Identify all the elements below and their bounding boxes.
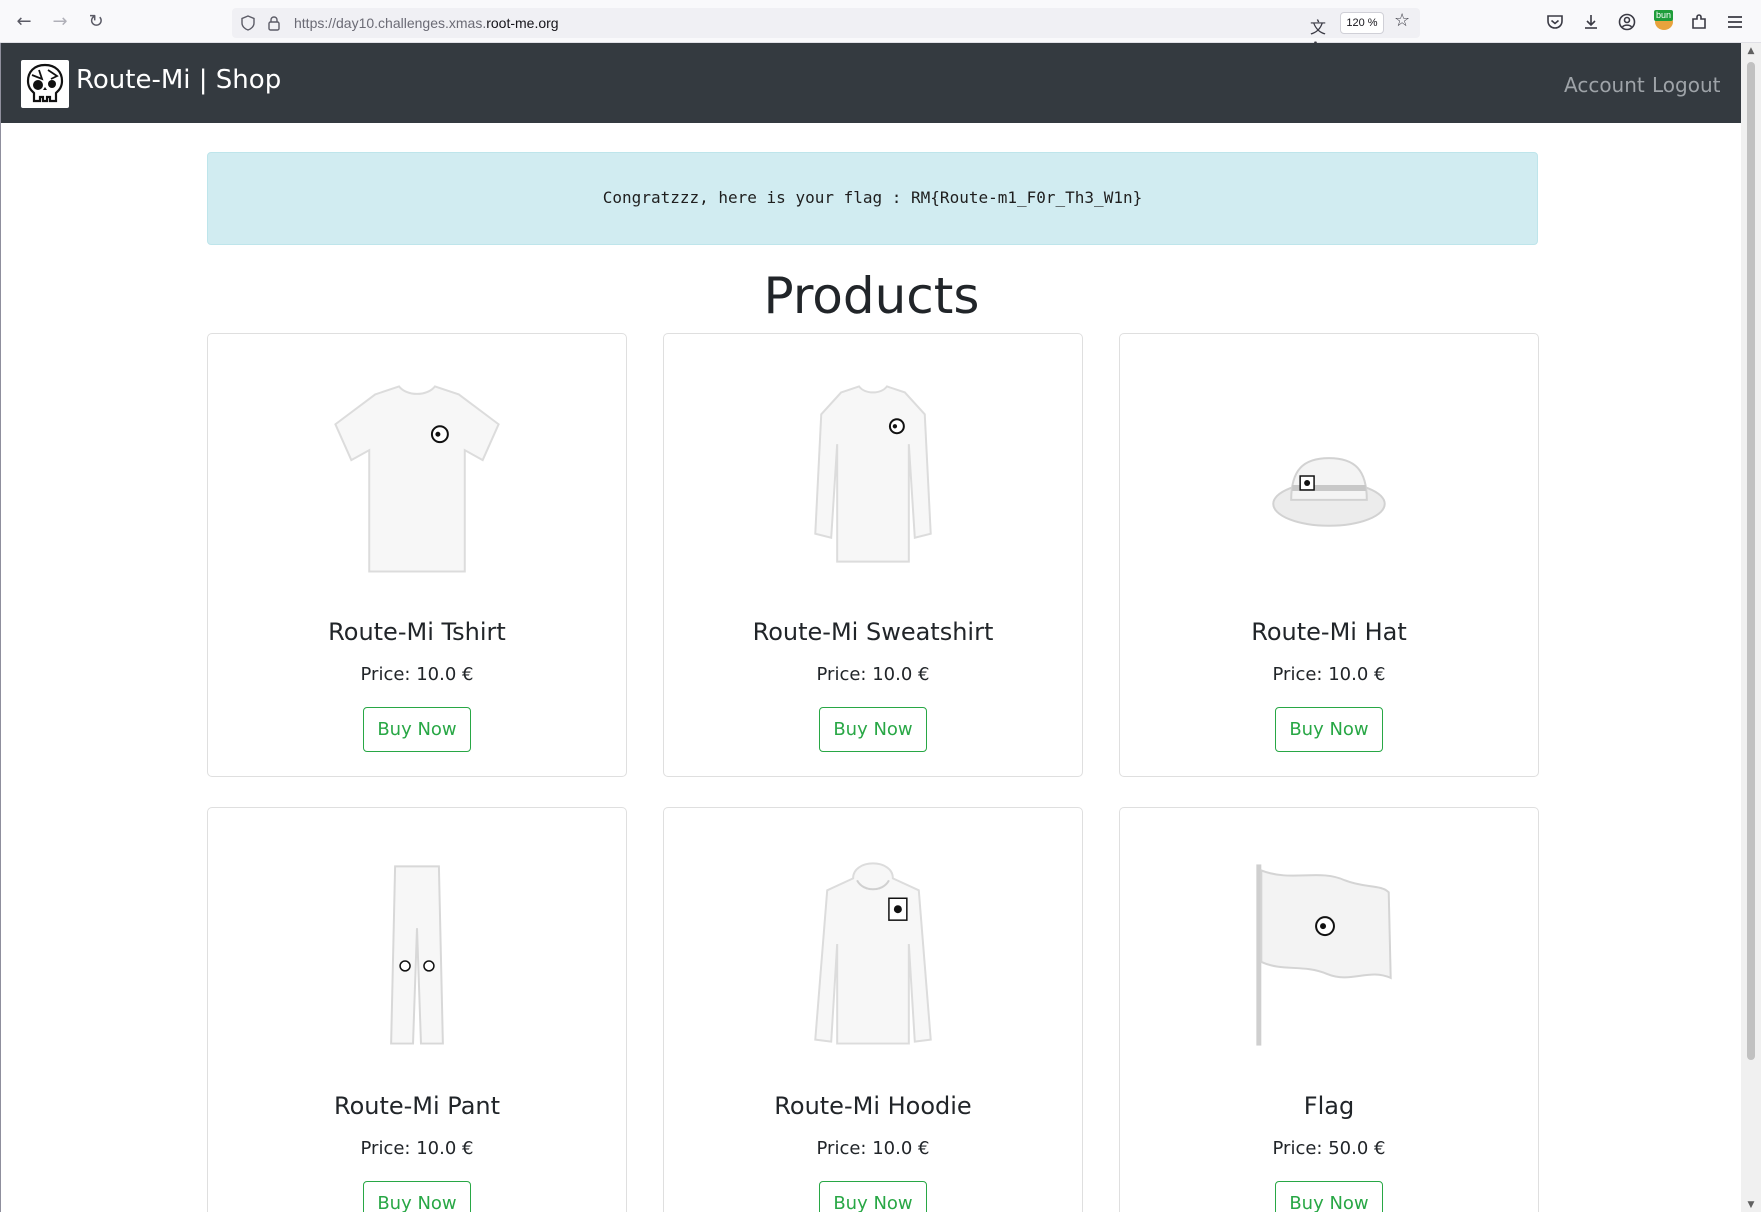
buy-now-button[interactable]: Buy Now <box>1275 1181 1383 1212</box>
product-card: Route-Mi Hat Price: 10.0 € Buy Now <box>1119 333 1539 777</box>
hoodie-image <box>814 862 932 1045</box>
product-card: Flag Price: 50.0 € Buy Now <box>1119 807 1539 1212</box>
product-card: Route-Mi Pant Price: 10.0 € Buy Now <box>207 807 627 1212</box>
product-title: Route-Mi Tshirt <box>328 618 506 646</box>
scroll-up-arrow-icon[interactable]: ▲ <box>1745 46 1757 56</box>
product-card: Route-Mi Sweatshirt Price: 10.0 € Buy No… <box>663 333 1083 777</box>
sweatshirt-image <box>814 385 932 563</box>
scrollbar-thumb[interactable] <box>1747 62 1755 1060</box>
download-icon[interactable] <box>1581 12 1601 32</box>
buy-now-button[interactable]: Buy Now <box>363 707 471 752</box>
menu-icon[interactable] <box>1725 12 1745 32</box>
translate-icon[interactable]: 文A <box>1310 14 1330 57</box>
back-arrow-icon[interactable]: ← <box>14 12 34 32</box>
skull-logo-icon <box>26 63 64 103</box>
scroll-down-arrow-icon[interactable]: ▼ <box>1745 1200 1757 1210</box>
product-title: Flag <box>1303 1092 1355 1120</box>
hat-image <box>1272 457 1386 527</box>
account-icon[interactable] <box>1617 12 1637 32</box>
product-title: Route-Mi Pant <box>333 1092 501 1120</box>
bookmark-star-icon[interactable]: ☆ <box>1394 11 1414 31</box>
extension-icon[interactable]: bun <box>1653 10 1675 32</box>
product-card: Route-Mi Tshirt Price: 10.0 € Buy Now <box>207 333 627 777</box>
product-price: Price: 10.0 € <box>816 1138 930 1159</box>
product-price: Price: 10.0 € <box>816 664 930 685</box>
pant-image <box>390 865 444 1045</box>
shield-icon[interactable] <box>240 15 256 31</box>
site-navbar: Route-Mi | Shop Account Logout <box>1 43 1741 123</box>
brand-logo[interactable] <box>21 60 69 108</box>
page-title: Products <box>763 267 980 325</box>
nav-logout-link[interactable]: Logout <box>1652 73 1720 97</box>
buy-now-button[interactable]: Buy Now <box>363 1181 471 1212</box>
buy-now-button[interactable]: Buy Now <box>819 707 927 752</box>
product-price: Price: 50.0 € <box>1272 1138 1386 1159</box>
product-title: Route-Mi Hoodie <box>774 1092 972 1120</box>
nav-account-link[interactable]: Account <box>1564 73 1645 97</box>
forward-arrow-icon[interactable]: → <box>50 12 70 32</box>
url-text[interactable]: https://day10.challenges.xmas.root-me.or… <box>294 15 559 31</box>
lock-icon[interactable] <box>266 15 282 31</box>
product-price: Price: 10.0 € <box>360 1138 474 1159</box>
page-content: Route-Mi | Shop Account Logout Congratzz… <box>0 43 1741 1212</box>
reload-icon[interactable]: ↻ <box>86 12 106 32</box>
url-domain: root-me.org <box>486 15 559 31</box>
brand-title[interactable]: Route-Mi | Shop <box>76 65 281 95</box>
address-bar[interactable]: https://day10.challenges.xmas.root-me.or… <box>232 8 1420 38</box>
buy-now-button[interactable]: Buy Now <box>1275 707 1383 752</box>
pocket-icon[interactable] <box>1545 12 1565 32</box>
browser-toolbar: ← → ↻ https://day10.challenges.xmas.root… <box>0 0 1761 57</box>
tshirt-image <box>334 385 500 573</box>
product-title: Route-Mi Sweatshirt <box>752 618 994 646</box>
extension-badge: bun <box>1654 10 1674 21</box>
product-price: Price: 10.0 € <box>360 664 474 685</box>
url-prefix: https://day10.challenges.xmas. <box>294 15 487 31</box>
alert-message: Congratzzz, here is your flag : RM{Route… <box>602 188 1143 207</box>
product-card: Route-Mi Hoodie Price: 10.0 € Buy Now <box>663 807 1083 1212</box>
product-price: Price: 10.0 € <box>1272 664 1386 685</box>
flag-image <box>1256 864 1392 1046</box>
extensions-puzzle-icon[interactable] <box>1689 12 1709 32</box>
flag-alert: Congratzzz, here is your flag : RM{Route… <box>207 152 1538 245</box>
zoom-level-button[interactable]: 120 % <box>1340 12 1384 34</box>
buy-now-button[interactable]: Buy Now <box>819 1181 927 1212</box>
product-title: Route-Mi Hat <box>1251 618 1407 646</box>
